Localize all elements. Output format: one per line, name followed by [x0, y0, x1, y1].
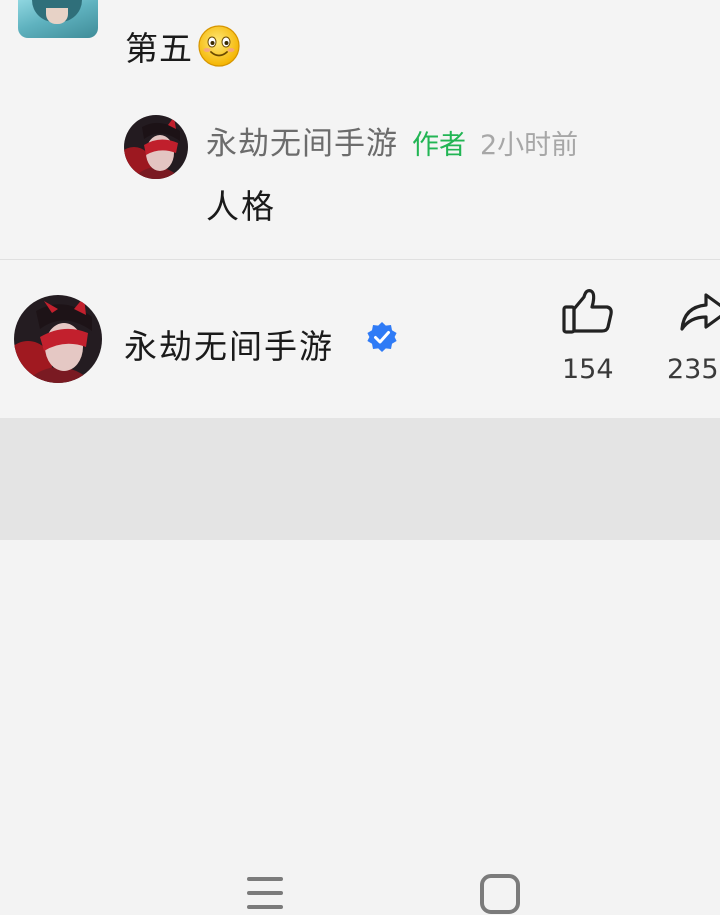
home-icon[interactable]: [479, 873, 521, 915]
author-tag: 作者: [412, 130, 466, 161]
like-count: 154: [562, 354, 614, 385]
author-avatar[interactable]: [14, 295, 102, 383]
commenter-avatar[interactable]: [18, 0, 98, 38]
reply-timestamp: 2小时前: [480, 130, 579, 161]
system-navigation-bar: [0, 418, 720, 914]
like-thumbs-up-icon[interactable]: [561, 287, 615, 335]
author-name[interactable]: 永劫无间手游: [124, 320, 334, 368]
share-count: 235: [667, 354, 719, 385]
menu-icon[interactable]: [246, 873, 284, 913]
reply-username[interactable]: 永劫无间手游: [206, 118, 398, 163]
divider: [0, 259, 720, 260]
smiling-face-emoji-icon: [198, 25, 240, 67]
reply-text: 人格: [206, 187, 276, 226]
comment-text: 第五: [125, 22, 241, 70]
reply-header: 永劫无间手游 作者 2小时前: [206, 118, 578, 163]
comment-body: 第五: [125, 29, 193, 68]
reply-avatar[interactable]: [124, 115, 188, 179]
verified-badge-icon: [367, 322, 397, 352]
share-arrow-icon[interactable]: [678, 287, 720, 335]
comment-feed: 第五 永劫无间手游 作者 2小时前 人格 永劫无间手游 154 235: [0, 0, 720, 418]
